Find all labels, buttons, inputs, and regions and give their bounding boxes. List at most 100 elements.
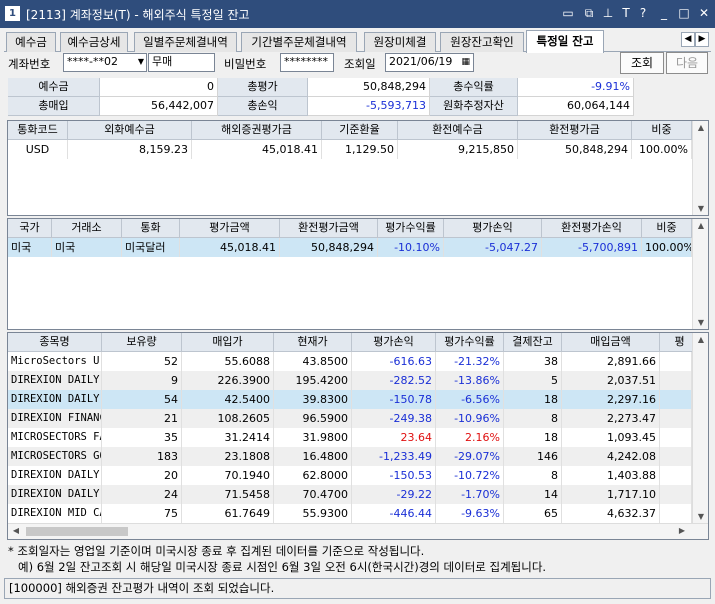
col-eval-return: 평가수익률 bbox=[378, 219, 444, 238]
tab-daily-orders[interactable]: 일별주문체결내역 bbox=[134, 32, 237, 52]
table-row[interactable]: 미국 미국 미국달러 45,018.41 50,848,294 -10.10% … bbox=[8, 238, 708, 257]
total-return-value: -9.91% bbox=[518, 78, 634, 97]
maximize-icon[interactable]: □ bbox=[676, 5, 692, 21]
cell: DIREXION DAILY bbox=[8, 485, 102, 504]
holdings-grid: 종목명 보유량 매입가 현재가 평가손익 평가수익률 결제잔고 매입금액 평 M… bbox=[7, 332, 709, 540]
date-label: 조회일 bbox=[344, 57, 376, 71]
cell: 45,018.41 bbox=[192, 140, 322, 159]
scroll-up-icon[interactable]: ▲ bbox=[693, 335, 708, 344]
font-icon[interactable]: T bbox=[618, 5, 634, 21]
table-row[interactable]: USD 8,159.23 45,018.41 1,129.50 9,215,85… bbox=[8, 140, 708, 159]
tab-specific-date-balance[interactable]: 특정일 잔고 bbox=[526, 30, 604, 53]
cell: 31.2414 bbox=[182, 428, 274, 447]
link-icon[interactable]: ⧉ bbox=[581, 5, 597, 21]
cell: 23.64 bbox=[352, 428, 436, 447]
tab-prev-icon[interactable]: ◀ bbox=[681, 32, 695, 47]
cell: 미국 bbox=[8, 238, 52, 257]
cell bbox=[660, 409, 692, 428]
scroll-down-icon[interactable]: ▼ bbox=[693, 318, 708, 327]
cell: 183 bbox=[102, 447, 182, 466]
tab-next-icon[interactable]: ▶ bbox=[695, 32, 709, 47]
scroll-thumb[interactable] bbox=[26, 527, 128, 536]
cell: 20 bbox=[102, 466, 182, 485]
vertical-scrollbar[interactable]: ▲ ▼ bbox=[692, 121, 708, 215]
cell: 2,037.51 bbox=[562, 371, 660, 390]
table-row[interactable]: MICROSECTORS FA 35 31.2414 31.9800 23.64 2.16… bbox=[8, 428, 708, 447]
tab-deposit[interactable]: 예수금 bbox=[6, 32, 56, 52]
date-input[interactable]: 2021/06/19 ▦ bbox=[385, 53, 474, 72]
cell bbox=[660, 390, 692, 409]
col-currency: 통화 bbox=[122, 219, 180, 238]
table-row[interactable]: DIREXION DAILY 9 226.3900 195.4200 -282.52 -1… bbox=[8, 371, 708, 390]
scroll-up-icon[interactable]: ▲ bbox=[693, 123, 708, 132]
cell: -616.63 bbox=[352, 352, 436, 371]
table-row[interactable]: DIREXION MID CA 75 61.7649 55.9300 -446.44 -9… bbox=[8, 504, 708, 523]
cell: -1.70% bbox=[436, 485, 504, 504]
cell: 100.00% bbox=[632, 140, 692, 159]
deposit-label: 예수금 bbox=[8, 78, 100, 97]
col-overseas-eval: 해외증권평가금 bbox=[192, 121, 322, 140]
cell: 23.1808 bbox=[182, 447, 274, 466]
cell: 50,848,294 bbox=[280, 238, 378, 257]
cell: 8 bbox=[504, 409, 562, 428]
col-converted-eval-amount: 환전평가금액 bbox=[280, 219, 378, 238]
cell: 16.4800 bbox=[274, 447, 352, 466]
search-button[interactable]: 조회 bbox=[620, 52, 664, 74]
krw-asset-value: 60,064,144 bbox=[518, 97, 634, 116]
tab-ledger-balance[interactable]: 원장잔고확인 bbox=[440, 32, 524, 52]
table-row[interactable]: DIREXION DAILY 54 42.5400 39.8300 -150.78 -6.… bbox=[8, 390, 708, 409]
cell: 50,848,294 bbox=[518, 140, 632, 159]
cell: 미국달러 bbox=[122, 238, 180, 257]
cell: 75 bbox=[102, 504, 182, 523]
close-icon[interactable]: ✕ bbox=[696, 5, 712, 21]
cell: 31.9800 bbox=[274, 428, 352, 447]
next-button[interactable]: 다음 bbox=[666, 52, 708, 74]
help-icon[interactable]: ? bbox=[635, 5, 651, 21]
cell: 14 bbox=[504, 485, 562, 504]
tab-deposit-detail[interactable]: 예수금상세 bbox=[60, 32, 128, 52]
cell: -21.32% bbox=[436, 352, 504, 371]
cell: -10.10% bbox=[378, 238, 444, 257]
col-currency-code: 통화코드 bbox=[8, 121, 68, 140]
status-bar: [100000] 해외증권 잔고평가 내역이 조회 되었습니다. bbox=[4, 578, 711, 599]
country-header-row: 국가 거래소 통화 평가금액 환전평가금액 평가수익률 평가손익 환전평가손익 … bbox=[8, 219, 708, 238]
pin-icon[interactable]: ⊥ bbox=[600, 5, 616, 21]
col-foreign-deposit: 외화예수금 bbox=[68, 121, 192, 140]
col-current-price: 현재가 bbox=[274, 333, 352, 352]
window-number-badge: 1 bbox=[5, 6, 20, 21]
table-row[interactable]: DIREXION FINANC 21 108.2605 96.5900 -249.38-… bbox=[8, 409, 708, 428]
scroll-down-icon[interactable]: ▼ bbox=[693, 204, 708, 213]
scroll-left-icon[interactable]: ◀ bbox=[8, 526, 24, 535]
col-eval-pl: 평가손익 bbox=[352, 333, 436, 352]
cell: 43.8500 bbox=[274, 352, 352, 371]
scroll-up-icon[interactable]: ▲ bbox=[693, 221, 708, 230]
cell: 1,129.50 bbox=[322, 140, 398, 159]
table-row[interactable]: MicroSectors U. 52 55.6088 43.8500 -616.63 -2… bbox=[8, 352, 708, 371]
screen-icon[interactable]: ▭ bbox=[560, 5, 576, 21]
scroll-right-icon[interactable]: ▶ bbox=[674, 526, 690, 535]
cell: -5,700,891 bbox=[542, 238, 642, 257]
table-row[interactable]: DIREXION DAILY 24 71.5458 70.4700 -29.22 -1.7… bbox=[8, 485, 708, 504]
calendar-icon[interactable]: ▦ bbox=[461, 54, 470, 70]
table-row[interactable]: DIREXION DAILY 20 70.1940 62.8000 -150.53 -10… bbox=[8, 466, 708, 485]
tab-period-orders[interactable]: 기간별주문체결내역 bbox=[241, 32, 357, 52]
cell bbox=[660, 466, 692, 485]
table-row[interactable]: MICROSECTORS GO 183 23.1808 16.4800 -1,233.4… bbox=[8, 447, 708, 466]
scroll-down-icon[interactable]: ▼ bbox=[693, 512, 708, 521]
vertical-scrollbar[interactable]: ▲ ▼ bbox=[692, 333, 708, 523]
account-select[interactable]: ****-**02 ▼ bbox=[63, 53, 147, 72]
cell: -10.72% bbox=[436, 466, 504, 485]
currency-header-row: 통화코드 외화예수금 해외증권평가금 기준환율 환전예수금 환전평가금 비중 bbox=[8, 121, 708, 140]
cell: 미국 bbox=[52, 238, 122, 257]
col-weight: 비중 bbox=[642, 219, 692, 238]
cell: 8 bbox=[504, 466, 562, 485]
horizontal-scrollbar[interactable]: ◀ ▶ bbox=[8, 523, 708, 539]
cell: -282.52 bbox=[352, 371, 436, 390]
vertical-scrollbar[interactable]: ▲ ▼ bbox=[692, 219, 708, 329]
cell: 2,273.47 bbox=[562, 409, 660, 428]
account-label: 계좌번호 bbox=[8, 57, 51, 71]
total-eval-label: 총평가 bbox=[218, 78, 308, 97]
minimize-icon[interactable]: _ bbox=[656, 5, 672, 21]
password-input[interactable]: ******** bbox=[280, 53, 334, 72]
tab-unfilled[interactable]: 원장미체결 bbox=[364, 32, 436, 52]
